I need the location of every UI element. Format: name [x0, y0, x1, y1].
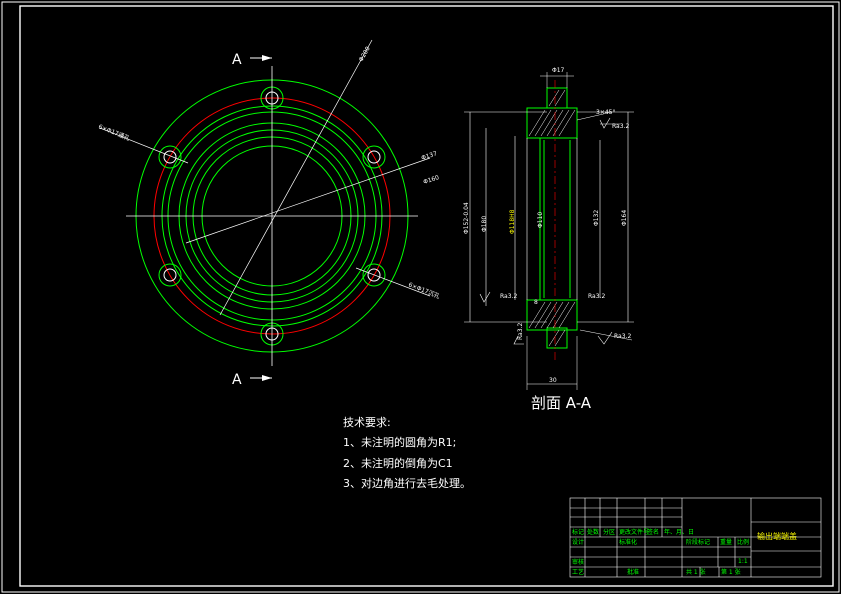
- dim-left-2: Φ180: [481, 216, 488, 232]
- section-mark-bottom: A: [232, 372, 242, 388]
- hatching-top: [528, 89, 576, 137]
- title-block-text: 标记 处数 分区 更改文件号 签名 年、月、日 设计 标准化 阶段标记 重量 比…: [572, 528, 797, 576]
- svg-text:阶段标记: 阶段标记: [686, 538, 710, 546]
- tech-line-1: 1、未注明的圆角为R1;: [343, 435, 456, 449]
- part-name: 输出端端盖: [757, 531, 797, 541]
- dim-outer-dia: Φ200: [358, 45, 372, 63]
- hole-note-left: 6×Φ17通孔: [97, 122, 131, 142]
- dim-d2: Φ160: [422, 174, 440, 186]
- dim-d1: Φ137: [420, 150, 438, 162]
- sheet-border: [1, 1, 840, 593]
- tech-requirements: 技术要求: 1、未注明的圆角为R1; 2、未注明的倒角为C1 3、对边角进行去毛…: [343, 416, 471, 490]
- dim-center-yellow: Φ118H8: [509, 209, 516, 234]
- svg-text:设计: 设计: [572, 538, 584, 546]
- section-mark-top: A: [232, 52, 242, 68]
- svg-text:处数: 处数: [587, 528, 599, 536]
- svg-text:年、月、日: 年、月、日: [664, 528, 694, 536]
- section-title: 剖面 A-A: [531, 394, 592, 412]
- svg-text:共 1 张: 共 1 张: [686, 568, 706, 576]
- tech-heading: 技术要求:: [343, 416, 391, 429]
- svg-text:比例: 比例: [737, 538, 749, 546]
- drawing-canvas: A A Φ200 Φ137 Φ160 6×Φ17通孔 6×Φ17沉孔 Φ17 3…: [1, 1, 840, 593]
- svg-text:工艺: 工艺: [572, 568, 584, 576]
- drawing-frame: [19, 5, 834, 587]
- svg-text:标准化: 标准化: [619, 538, 637, 546]
- dim-left-1: Φ152-0.04: [463, 202, 470, 234]
- dim-chamfer: 3×45°: [596, 109, 615, 116]
- hole-note-right: 6×Φ17沉孔: [407, 280, 441, 300]
- dim-right-2: Φ164: [621, 210, 628, 226]
- dim-small: 8: [534, 299, 538, 306]
- svg-text:批准: 批准: [627, 568, 639, 576]
- rough-5: Ra3.2: [517, 323, 524, 340]
- svg-text:1:1: 1:1: [738, 558, 748, 565]
- rough-3: Ra3.2: [588, 293, 605, 300]
- svg-text:分区: 分区: [603, 528, 615, 536]
- svg-text:重量: 重量: [720, 538, 732, 546]
- svg-text:标记: 标记: [572, 528, 584, 536]
- svg-text:审核: 审核: [572, 558, 584, 566]
- svg-text:第 1 张: 第 1 张: [721, 568, 741, 576]
- dim-top-width: Φ17: [552, 67, 565, 74]
- svg-text:更改文件号: 更改文件号: [619, 528, 649, 536]
- hatching-bottom: [528, 301, 576, 347]
- tech-line-2: 2、未注明的倒角为C1: [343, 456, 453, 470]
- dim-center-1: Φ110: [537, 212, 544, 228]
- svg-text:签名: 签名: [647, 528, 659, 536]
- section-view: Φ17 3×45° Ra3.2 Φ152-0.04 Φ180 Φ118H8 Φ1…: [463, 67, 634, 412]
- dim-bottom: 30: [549, 377, 557, 384]
- rough-2: Ra3.2: [500, 293, 517, 300]
- rough-4: Ra3.2: [614, 333, 631, 340]
- rough-1: Ra3.2: [612, 123, 629, 130]
- plan-view: A A Φ200 Φ137 Φ160 6×Φ17通孔 6×Φ17沉孔: [97, 39, 441, 388]
- tech-line-3: 3、对边角进行去毛处理。: [343, 476, 471, 490]
- dim-right-1: Φ132: [593, 210, 600, 226]
